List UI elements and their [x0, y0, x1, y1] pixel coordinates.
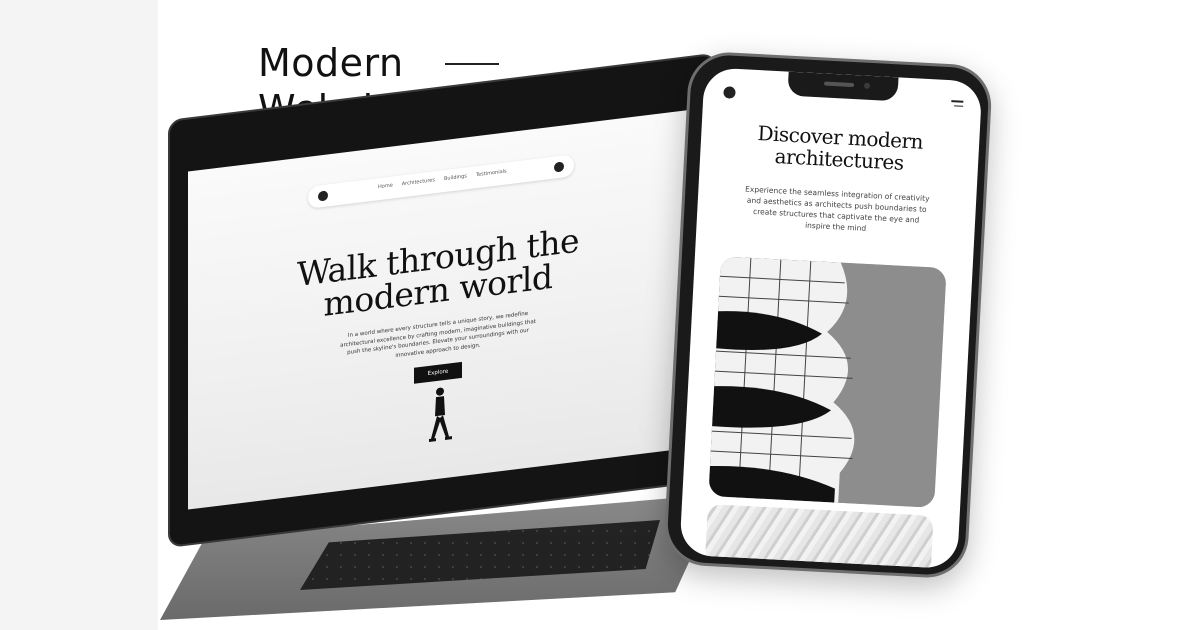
nav-link-buildings[interactable]: Buildings	[444, 173, 467, 182]
phone-hero-text: Experience the seamless integration of c…	[744, 184, 930, 233]
phone-hero-title: Discover modern architectures	[720, 120, 960, 176]
laptop-lid: Home Architectures Buildings Testimonial…	[168, 52, 716, 549]
headline-dash	[445, 63, 499, 65]
phone-mockup: Discover modern architectures Experience…	[662, 50, 994, 580]
phone-site-navbar	[709, 76, 976, 124]
explore-button[interactable]: Explore	[414, 361, 462, 384]
headline-line-1: Modern	[258, 41, 404, 85]
logo-dot-icon[interactable]	[723, 86, 736, 99]
building-photo	[708, 256, 947, 508]
left-background-strip	[0, 0, 158, 630]
laptop-hero-title: Walk through the modern world	[248, 218, 628, 331]
nav-link-testimonials[interactable]: Testimonials	[476, 168, 507, 178]
logo-dot-icon[interactable]	[318, 190, 328, 202]
phone-body: Discover modern architectures Experience…	[662, 50, 994, 580]
curved-building-illustration	[708, 256, 947, 508]
laptop-mockup: Home Architectures Buildings Testimonial…	[160, 52, 720, 620]
phone-screen: Discover modern architectures Experience…	[679, 67, 983, 570]
hamburger-menu-icon[interactable]	[951, 100, 964, 111]
nav-link-home[interactable]: Home	[378, 182, 393, 190]
walking-person-illustration	[429, 387, 452, 442]
laptop-site-navbar: Home Architectures Buildings Testimonial…	[308, 154, 574, 209]
nav-link-architectures[interactable]: Architectures	[402, 177, 435, 187]
profile-dot-icon[interactable]	[554, 161, 564, 173]
laptop-screen: Home Architectures Buildings Testimonial…	[188, 110, 688, 510]
building-photo-2	[704, 503, 934, 570]
